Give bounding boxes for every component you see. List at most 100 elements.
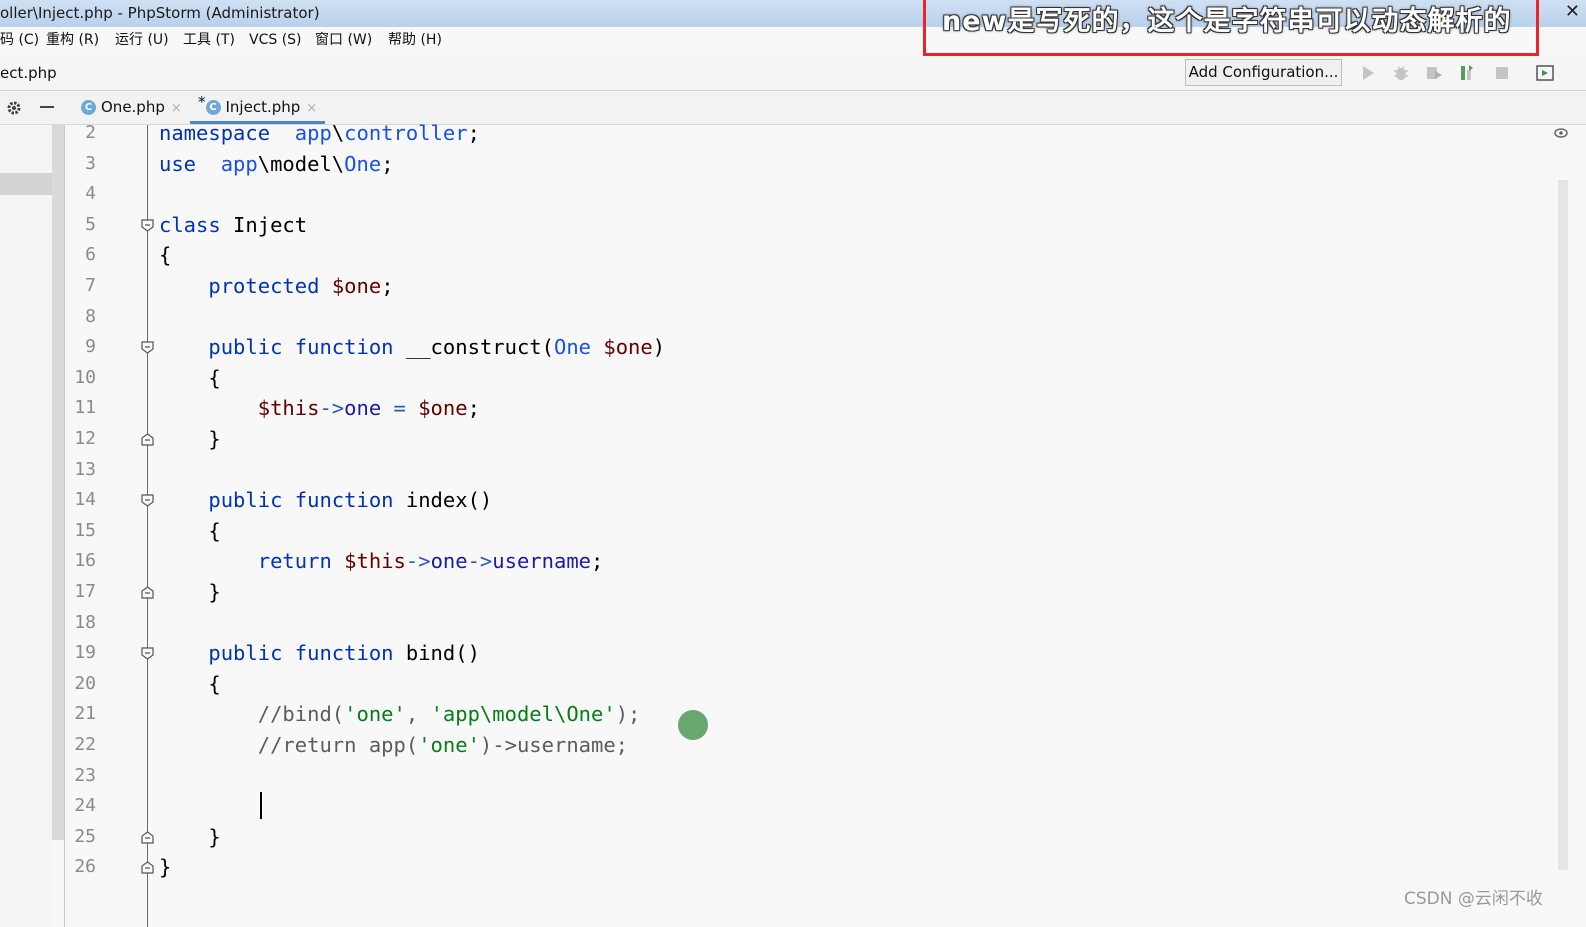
code-line[interactable]: public function bind(): [159, 638, 480, 668]
line-number[interactable]: 8: [65, 302, 96, 332]
line-number[interactable]: 23: [65, 761, 96, 791]
project-panel-scrollbar[interactable]: [52, 125, 64, 840]
gear-icon[interactable]: [6, 100, 22, 116]
line-number[interactable]: 14: [65, 485, 96, 515]
code-line[interactable]: use app\model\One;: [159, 149, 394, 179]
code-token: {: [159, 365, 221, 390]
code-line[interactable]: public function __construct(One $one): [159, 332, 665, 362]
layout-icon[interactable]: [1535, 63, 1555, 83]
fold-close-icon[interactable]: [141, 861, 154, 874]
fold-close-icon[interactable]: [141, 586, 154, 599]
line-number[interactable]: 12: [65, 424, 96, 454]
code-token: controller: [344, 121, 468, 145]
close-tab-icon[interactable]: ×: [306, 101, 317, 116]
code-token: \model\: [257, 151, 345, 176]
line-number[interactable]: 3: [65, 149, 96, 179]
code-line[interactable]: //return app('one')->username;: [159, 730, 628, 760]
line-number[interactable]: 6: [65, 240, 96, 270]
code-token: ;: [381, 274, 394, 298]
line-number[interactable]: 2: [65, 118, 96, 148]
code-line[interactable]: $this->one = $one;: [159, 393, 480, 423]
code-token: //bind(: [257, 702, 345, 727]
line-number[interactable]: 26: [65, 852, 96, 882]
code-token: One: [553, 335, 592, 360]
line-number[interactable]: 10: [65, 363, 96, 393]
code-line[interactable]: return $this->one->username;: [159, 546, 604, 576]
fold-close-icon[interactable]: [141, 433, 154, 446]
fold-open-icon[interactable]: [141, 494, 154, 507]
profile-icon[interactable]: [1457, 63, 1477, 83]
code-line[interactable]: {: [159, 516, 220, 546]
menu-run[interactable]: 运行 (U): [115, 27, 169, 54]
fold-close-icon[interactable]: [141, 831, 154, 844]
code-token: use: [159, 151, 197, 176]
editor-scrollbar[interactable]: [1558, 180, 1568, 870]
code-line[interactable]: }: [159, 822, 220, 852]
selected-tree-row[interactable]: [0, 173, 52, 195]
line-number[interactable]: 4: [65, 179, 96, 209]
code-line[interactable]: {: [159, 669, 220, 699]
code-line[interactable]: {: [159, 240, 171, 270]
line-number[interactable]: 25: [65, 822, 96, 852]
line-number[interactable]: 11: [65, 393, 96, 423]
code-line[interactable]: protected $one;: [159, 271, 394, 301]
line-number[interactable]: 5: [65, 210, 96, 240]
code-token: {: [159, 243, 172, 268]
code-token: ): [652, 335, 666, 360]
navigation-bar: ect.php Add Configuration...: [0, 56, 1586, 91]
line-number[interactable]: 18: [65, 608, 96, 638]
line-number[interactable]: 24: [65, 791, 96, 821]
code-line[interactable]: {: [159, 363, 221, 393]
code-line[interactable]: namespace app\controller;: [159, 118, 480, 148]
text-caret: [260, 792, 262, 819]
line-number[interactable]: 9: [65, 332, 96, 362]
menu-tools[interactable]: 工具 (T): [183, 27, 235, 54]
close-icon[interactable]: ✕: [1565, 0, 1580, 25]
eye-icon[interactable]: [1554, 128, 1568, 138]
minimize-icon[interactable]: [40, 106, 54, 109]
code-line[interactable]: }: [159, 577, 220, 607]
code-token: Inject: [220, 212, 308, 237]
menu-help[interactable]: 帮助 (H): [388, 27, 442, 54]
stop-icon[interactable]: [1492, 63, 1512, 83]
line-number[interactable]: 22: [65, 730, 96, 760]
fold-open-icon[interactable]: [141, 219, 154, 232]
close-tab-icon[interactable]: ×: [171, 101, 182, 116]
add-configuration-button[interactable]: Add Configuration...: [1185, 59, 1342, 86]
code-line[interactable]: }: [159, 852, 171, 882]
menu-window[interactable]: 窗口 (W): [315, 27, 372, 54]
line-number[interactable]: 16: [65, 546, 96, 576]
fold-open-icon[interactable]: [141, 341, 154, 354]
breadcrumb[interactable]: ect.php: [0, 56, 57, 90]
line-number[interactable]: 20: [65, 669, 96, 699]
menu-refactor[interactable]: 重构 (R): [46, 27, 99, 54]
line-number[interactable]: 15: [65, 516, 96, 546]
menu-code[interactable]: 码 (C): [0, 27, 39, 54]
code-token: namespace: [159, 121, 271, 145]
coverage-icon[interactable]: [1424, 63, 1444, 83]
line-number[interactable]: 13: [65, 455, 96, 485]
fold-open-icon[interactable]: [141, 647, 154, 660]
project-panel[interactable]: [0, 125, 52, 927]
line-number[interactable]: 17: [65, 577, 96, 607]
code-token: public: [208, 335, 283, 360]
code-token: \: [331, 121, 345, 145]
code-line[interactable]: class Inject: [159, 210, 307, 240]
line-number[interactable]: 19: [65, 638, 96, 668]
code-line[interactable]: public function index(): [159, 485, 492, 515]
menu-vcs[interactable]: VCS (S): [249, 27, 302, 54]
code-token: ->: [467, 549, 493, 574]
code-line[interactable]: //bind('one', 'app\model\One');: [159, 699, 641, 729]
code-line[interactable]: }: [159, 424, 220, 454]
code-token: bind(): [393, 641, 480, 666]
debug-icon[interactable]: [1391, 63, 1411, 83]
line-number[interactable]: 21: [65, 699, 96, 729]
code-token: $one: [418, 396, 468, 421]
line-number[interactable]: 7: [65, 271, 96, 301]
code-token: ;: [467, 396, 480, 421]
run-icon[interactable]: [1358, 63, 1378, 83]
